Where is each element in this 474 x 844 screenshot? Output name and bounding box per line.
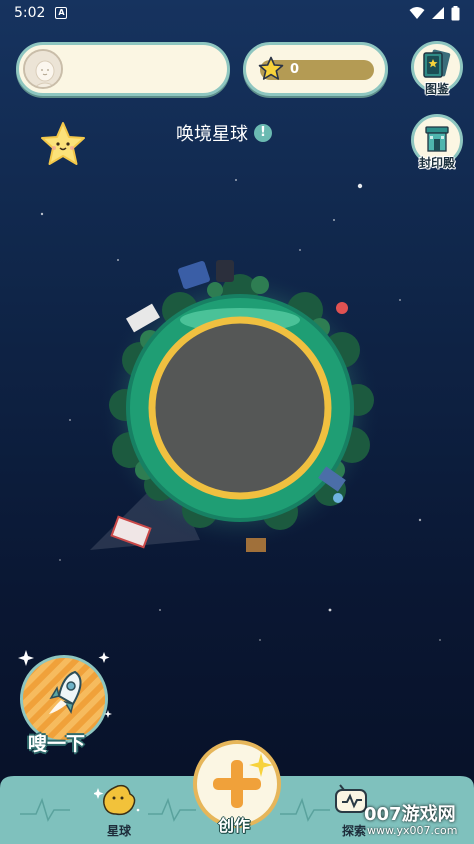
gallery-label: 图鉴 bbox=[424, 82, 449, 96]
user-avatar-icon[interactable] bbox=[23, 49, 63, 89]
nav-explore-label[interactable]: 探索 bbox=[342, 822, 366, 839]
planet-title: 唤境星球 ! bbox=[176, 120, 272, 146]
sparkle-icon bbox=[18, 650, 112, 718]
planet[interactable] bbox=[80, 240, 400, 560]
star-currency-pill[interactable]: 0 bbox=[243, 42, 388, 96]
profile-card[interactable] bbox=[16, 42, 230, 96]
wifi-icon bbox=[409, 7, 425, 19]
watermark-url: www.yx007.com bbox=[367, 824, 458, 837]
planet-name: 唤境星球 bbox=[176, 124, 248, 145]
sparkle-icon bbox=[249, 753, 273, 777]
watermark-brand: 007游戏网 bbox=[364, 804, 456, 825]
planet-blob-icon[interactable] bbox=[94, 780, 144, 820]
app-notification-icon: A bbox=[55, 7, 68, 19]
status-bar: 5:02 A bbox=[0, 0, 474, 26]
status-time: 5:02 bbox=[14, 5, 46, 21]
signal-icon bbox=[432, 7, 444, 19]
star-count: 0 bbox=[290, 62, 300, 77]
nav-planet-label[interactable]: 星球 bbox=[107, 822, 131, 839]
info-icon[interactable]: ! bbox=[254, 124, 272, 142]
whoosh-label: 嗖一下 bbox=[28, 733, 86, 755]
star-mascot-icon[interactable] bbox=[38, 120, 88, 170]
create-label: 创作 bbox=[218, 816, 251, 835]
battery-icon bbox=[451, 5, 460, 20]
seal-hall-label: 封印殿 bbox=[418, 156, 455, 170]
star-icon bbox=[258, 56, 284, 80]
